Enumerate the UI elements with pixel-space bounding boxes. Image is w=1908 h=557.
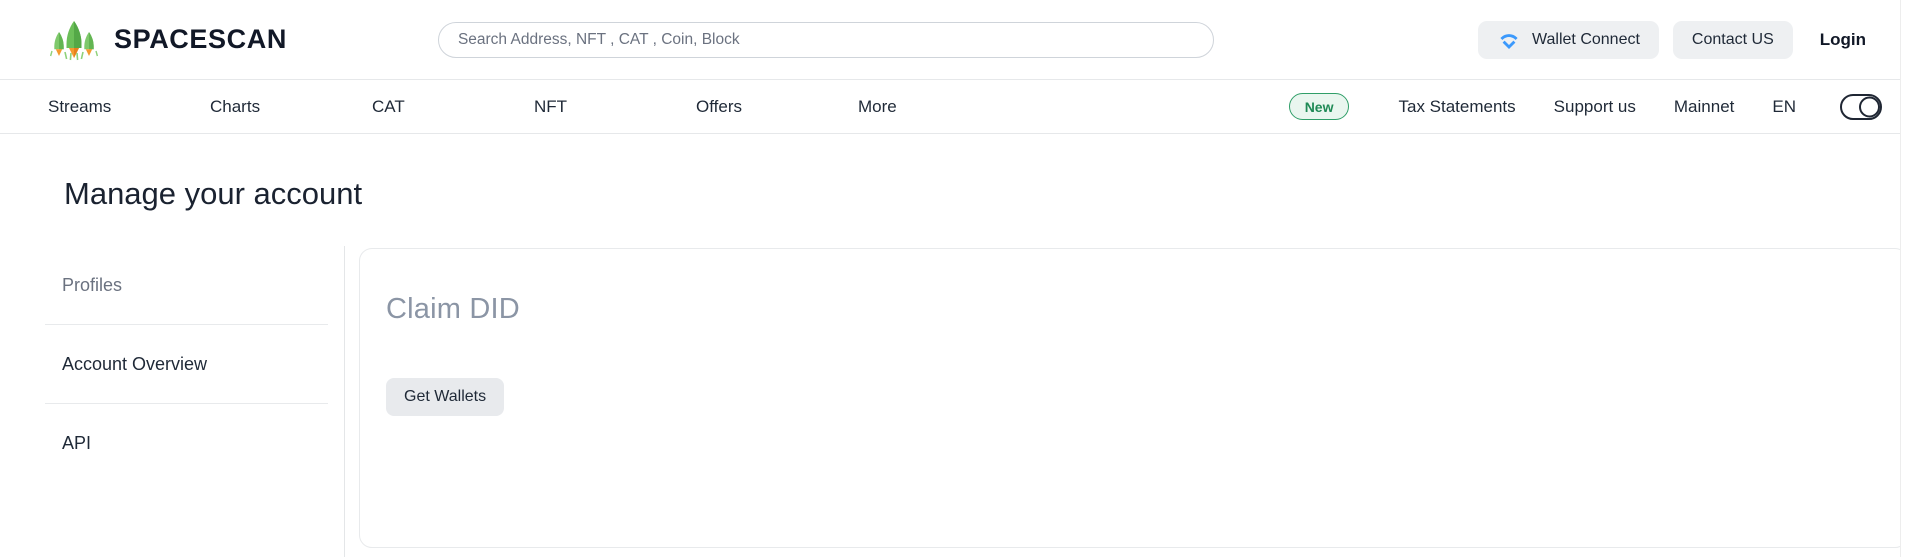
nav-item-offers[interactable]: Offers (696, 97, 858, 117)
login-link[interactable]: Login (1820, 30, 1866, 50)
brand-logo[interactable]: SPACESCAN (48, 18, 287, 62)
nav-secondary-items: New Tax Statements Support us Mainnet EN (1288, 93, 1882, 120)
nav-item-streams[interactable]: Streams (48, 97, 210, 117)
sidebar-item-api[interactable]: API (45, 404, 328, 483)
contact-us-button[interactable]: Contact US (1672, 20, 1793, 59)
sidebar-item-account-overview[interactable]: Account Overview (45, 325, 328, 404)
account-main-panel: Claim DID Get Wallets (345, 246, 1908, 557)
sidebar-item-profiles[interactable]: Profiles (45, 246, 328, 325)
claim-did-card: Claim DID Get Wallets (359, 248, 1908, 548)
nav-item-nft[interactable]: NFT (534, 97, 696, 117)
theme-toggle-icon[interactable] (1840, 93, 1882, 120)
wallet-connect-label: Wallet Connect (1532, 30, 1640, 48)
nav-item-language[interactable]: EN (1772, 97, 1796, 117)
main-navigation: Streams Charts CAT NFT Offers More New T… (0, 79, 1908, 134)
nav-item-more[interactable]: More (858, 97, 1020, 117)
header-actions: Wallet Connect Contact US Login (1478, 20, 1870, 59)
theme-toggle-knob (1859, 96, 1880, 117)
nav-item-tax-statements-label: Tax Statements (1398, 96, 1516, 116)
new-badge: New (1288, 93, 1350, 120)
nav-item-mainnet[interactable]: Mainnet (1674, 97, 1734, 117)
sidebar-item-account-overview-label: Account Overview (62, 353, 208, 374)
account-sidebar: Profiles Account Overview API (45, 246, 345, 557)
nav-item-cat[interactable]: CAT (372, 97, 534, 117)
brand-name: SPACESCAN (114, 24, 287, 54)
wallet-connect-button[interactable]: Wallet Connect (1478, 20, 1659, 59)
nav-item-support-us[interactable]: Support us (1554, 97, 1636, 117)
page-title: Manage your account (64, 176, 363, 211)
nav-primary-items: Streams Charts CAT NFT Offers More (48, 97, 1020, 117)
sidebar-item-api-label: API (62, 433, 92, 453)
nav-item-charts[interactable]: Charts (210, 97, 372, 117)
get-wallets-button[interactable]: Get Wallets (386, 378, 505, 416)
rocket-logo-icon (48, 18, 100, 62)
page-scrollbar[interactable] (1900, 0, 1908, 557)
app-header: SPACESCAN Wallet Connect Contact US Logi… (0, 0, 1908, 79)
nav-item-tax-statements[interactable]: New Tax Statements (1288, 93, 1516, 120)
search-container (437, 21, 1214, 58)
sidebar-item-profiles-label: Profiles (62, 274, 123, 295)
account-content: Profiles Account Overview API Claim DID … (0, 246, 1908, 557)
claim-did-title: Claim DID (386, 293, 520, 325)
walletconnect-icon (1497, 28, 1521, 52)
search-input[interactable] (437, 21, 1214, 58)
